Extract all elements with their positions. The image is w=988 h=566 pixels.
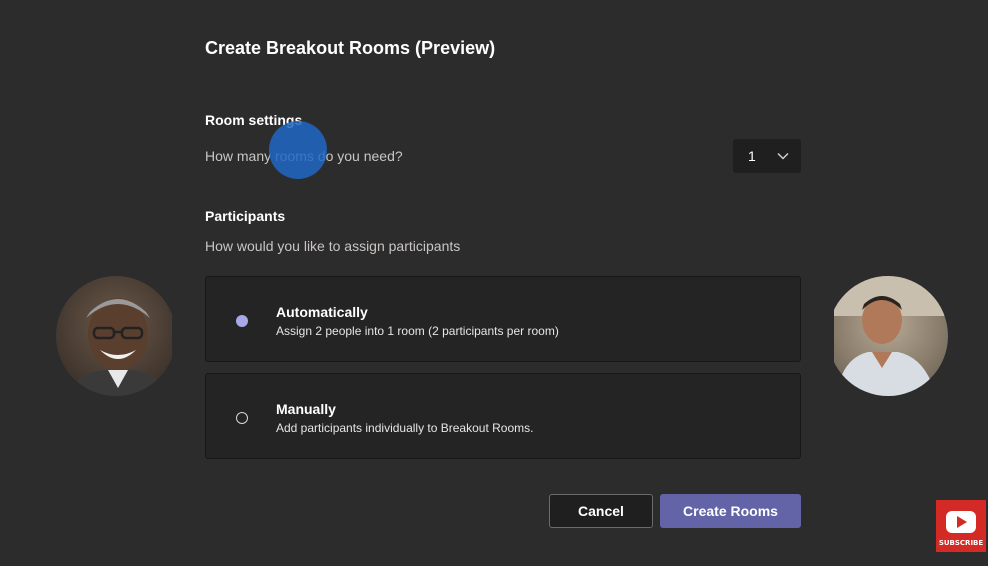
- play-button-icon: [946, 511, 976, 533]
- option-title: Automatically: [276, 304, 368, 320]
- dialog-title: Create Breakout Rooms (Preview): [205, 38, 496, 58]
- assign-option-automatically[interactable]: Automatically Assign 2 people into 1 roo…: [205, 276, 801, 362]
- participant-avatar-left: [56, 276, 176, 396]
- option-title: Manually: [276, 401, 336, 417]
- room-settings-heading: Room settings: [205, 112, 303, 128]
- breakout-rooms-dialog: Create Breakout Rooms (Preview) Room set…: [172, 0, 834, 566]
- cancel-button[interactable]: Cancel: [549, 494, 653, 528]
- rooms-question-label: How many rooms do you need?: [205, 148, 403, 164]
- radio-unselected-icon[interactable]: [236, 412, 248, 424]
- option-description: Add participants individually to Breakou…: [276, 421, 534, 435]
- chevron-down-icon: [777, 152, 789, 160]
- create-rooms-button[interactable]: Create Rooms: [660, 494, 801, 528]
- participants-heading: Participants: [205, 208, 286, 224]
- participant-avatar-right: [828, 276, 948, 396]
- option-description: Assign 2 people into 1 room (2 participa…: [276, 324, 559, 338]
- radio-selected-icon[interactable]: [236, 315, 248, 327]
- meeting-stage: Create Breakout Rooms (Preview) Room set…: [0, 0, 988, 566]
- assign-question-label: How would you like to assign participant…: [205, 238, 461, 254]
- subscribe-label: SUBSCRIBE: [938, 539, 984, 547]
- room-count-value: 1: [748, 148, 756, 164]
- subscribe-badge[interactable]: SUBSCRIBE: [936, 500, 986, 552]
- assign-option-manually[interactable]: Manually Add participants individually t…: [205, 373, 801, 459]
- room-count-dropdown[interactable]: 1: [733, 139, 801, 173]
